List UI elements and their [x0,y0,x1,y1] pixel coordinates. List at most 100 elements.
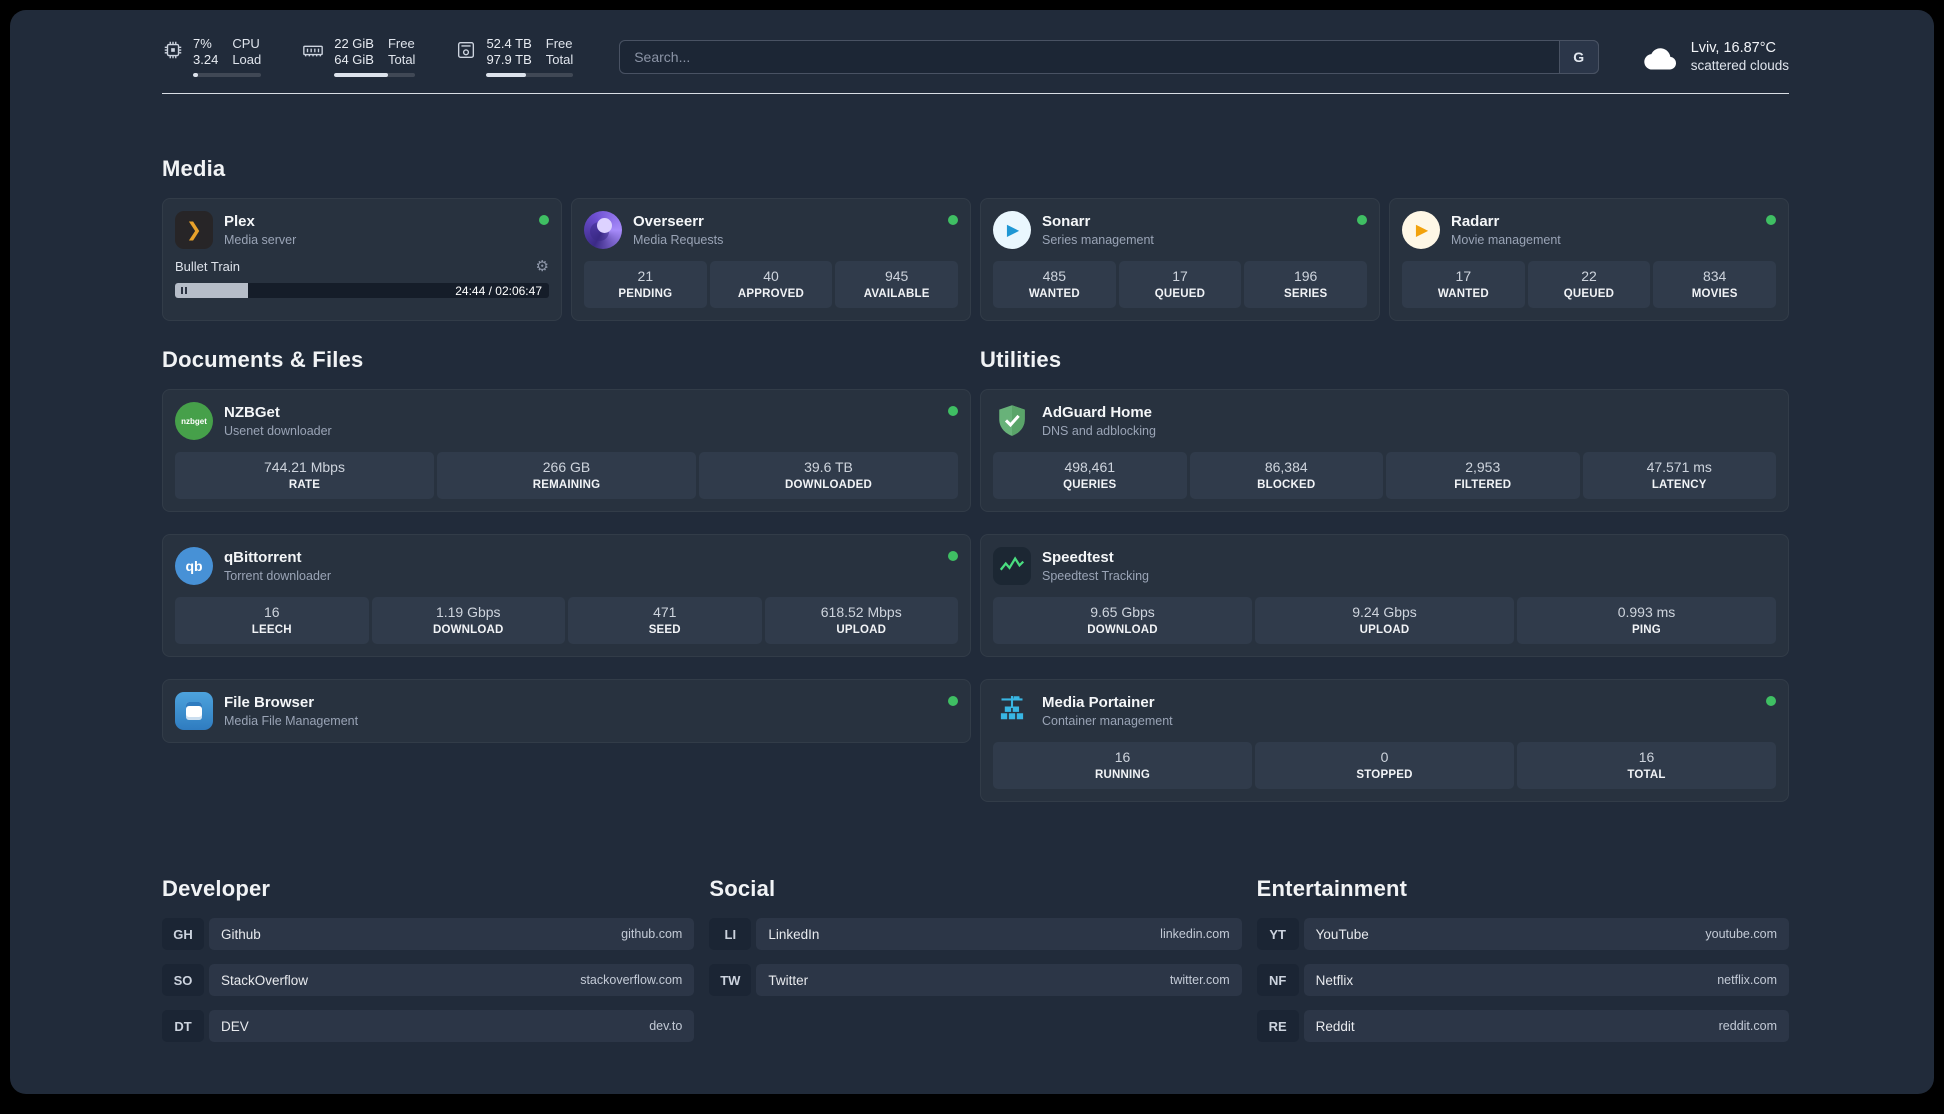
app-name: AdGuard Home [1042,404,1153,421]
card-nzbget[interactable]: nzbget NZBGet Usenet downloader 744.21 M… [162,389,971,512]
stat-value: 1.19 Gbps [435,604,501,620]
cpu-icon [162,39,184,61]
memory-usage-fill [334,73,388,77]
bookmark-url: reddit.com [1718,1019,1777,1033]
plex-icon: ❯ [175,211,213,249]
stat-value: 2,953 [1465,459,1501,475]
bookmark-name: YouTube [1315,926,1369,942]
bookmark-name: Netflix [1315,972,1354,988]
search-bar: G [619,39,1599,74]
app-subtitle: Media File Management [224,714,359,728]
card-overseerr[interactable]: Overseerr Media Requests 21 PENDING 40 A… [571,198,971,321]
playback-progress-bar[interactable]: 24:44 / 02:06:47 [175,283,549,298]
cpu-widget: 7% 3.24 CPU Load [162,36,262,77]
status-indicator [948,551,958,561]
card-radarr[interactable]: ▶ Radarr Movie management 17 WANTED 22 Q… [1389,198,1789,321]
bookmark-abbr: YT [1256,918,1299,950]
radarr-icon: ▶ [1402,211,1440,249]
stat-tile: 744.21 Mbps RATE [175,452,434,499]
playback-time: 24:44 / 02:06:47 [455,283,542,298]
stat-tile: 9.24 Gbps UPLOAD [1255,597,1514,644]
section-title-developer: Developer [162,876,271,901]
bookmark-linkedin[interactable]: LI LinkedIn linkedin.com [709,918,1242,950]
stat-label: QUEUED [1563,288,1615,300]
gear-icon[interactable]: ⚙ [536,257,549,275]
bookmark-url: netflix.com [1717,973,1777,987]
stat-label: AVAILABLE [863,288,930,300]
app-subtitle: Torrent downloader [224,569,332,583]
memory-usage-bar [334,73,416,77]
stat-label: UPLOAD [1359,624,1410,636]
pause-icon[interactable] [181,287,187,294]
stat-tile: 0 STOPPED [1255,742,1514,789]
stat-value: 498,461 [1064,459,1116,475]
app-subtitle: Media Requests [633,233,724,247]
sonarr-icon: ▶ [993,211,1031,249]
bookmark-youtube[interactable]: YT YouTube youtube.com [1256,918,1789,950]
section-utilities: Utilities AdGuard Home DNS and adblockin… [980,347,1789,802]
card-adguard[interactable]: AdGuard Home DNS and adblocking 498,461 … [980,389,1789,512]
app-name: Sonarr [1042,213,1091,230]
bookmark-url: twitter.com [1169,973,1230,987]
stat-label: QUEUED [1154,288,1206,300]
stat-tile: 1.19 Gbps DOWNLOAD [371,597,565,644]
topbar-divider [162,93,1789,94]
stat-tile: 16 LEECH [175,597,369,644]
card-sonarr[interactable]: ▶ Sonarr Series management 485 WANTED 17… [980,198,1380,321]
bookmark-group-developer: Developer GH Github github.com SO StackO… [162,876,695,1056]
stat-tile: 47.571 ms LATENCY [1582,452,1776,499]
stat-label: LEECH [251,624,292,636]
overseerr-icon [584,211,622,249]
stat-value: 39.6 TB [804,459,853,475]
ram-icon [301,39,325,61]
stat-label: PENDING [618,288,673,300]
search-engine-button[interactable]: G [1558,39,1599,74]
stat-label: SERIES [1283,288,1328,300]
bookmark-reddit[interactable]: RE Reddit reddit.com [1256,1010,1789,1042]
disk-usage-bar [486,73,574,77]
stat-tile: 16 RUNNING [993,742,1252,789]
disk-free: 52.4 TB [486,36,532,51]
bookmark-netflix[interactable]: NF Netflix netflix.com [1256,964,1789,996]
app-subtitle: Container management [1042,714,1173,728]
bookmark-group-social: Social LI LinkedIn linkedin.com TW Twitt… [709,876,1242,1056]
app-subtitle: Speedtest Tracking [1042,569,1150,583]
stat-value: 9.24 Gbps [1352,604,1417,620]
bookmark-github[interactable]: GH Github github.com [162,918,695,950]
bookmark-name: Twitter [768,972,809,988]
bookmark-twitter[interactable]: TW Twitter twitter.com [709,964,1242,996]
cpu-label-bottom: Load [232,52,262,67]
stat-value: 196 [1293,268,1318,284]
stat-label: QUERIES [1063,479,1117,491]
stat-label: TOTAL [1627,769,1666,781]
app-subtitle: Series management [1042,233,1154,247]
stat-tile: 9.65 Gbps DOWNLOAD [993,597,1252,644]
search-input[interactable] [619,39,1599,74]
stat-value: 471 [653,604,677,620]
bookmark-name: DEV [221,1018,249,1034]
memory-widget: 22 GiB 64 GiB Free Total [301,36,416,77]
nzbget-icon: nzbget [175,402,213,440]
stat-label: SEED [648,624,681,636]
playback-progress-fill [175,283,248,298]
card-filebrowser[interactable]: File Browser Media File Management [162,679,971,743]
stat-tile: 86,384 BLOCKED [1189,452,1383,499]
status-indicator [948,406,958,416]
card-portainer[interactable]: Media Portainer Container management 16 … [980,679,1789,802]
stat-value: 9.65 Gbps [1090,604,1155,620]
stat-value: 47.571 ms [1646,459,1712,475]
bookmark-name: LinkedIn [768,926,820,942]
card-qbittorrent[interactable]: qb qBittorrent Torrent downloader 16 LEE… [162,534,971,657]
disk-label-bottom: Total [545,52,574,67]
dashboard-page: 7% 3.24 CPU Load 22 GiB 64 GiB Free Tota… [10,10,1934,1094]
stat-value: 17 [1172,268,1188,284]
hard-drive-icon [455,39,477,61]
bookmark-abbr: DT [162,1010,204,1042]
card-speedtest[interactable]: Speedtest Speedtest Tracking 9.65 Gbps D… [980,534,1789,657]
bookmark-abbr: GH [162,918,204,950]
media-card-grid: ❯ Plex Media server Bullet Train ⚙ 24:44… [162,198,1789,321]
bookmark-dev[interactable]: DT DEV dev.to [162,1010,695,1042]
stat-label: UPLOAD [836,624,887,636]
bookmark-stackoverflow[interactable]: SO StackOverflow stackoverflow.com [162,964,695,996]
card-plex[interactable]: ❯ Plex Media server Bullet Train ⚙ 24:44… [162,198,562,321]
